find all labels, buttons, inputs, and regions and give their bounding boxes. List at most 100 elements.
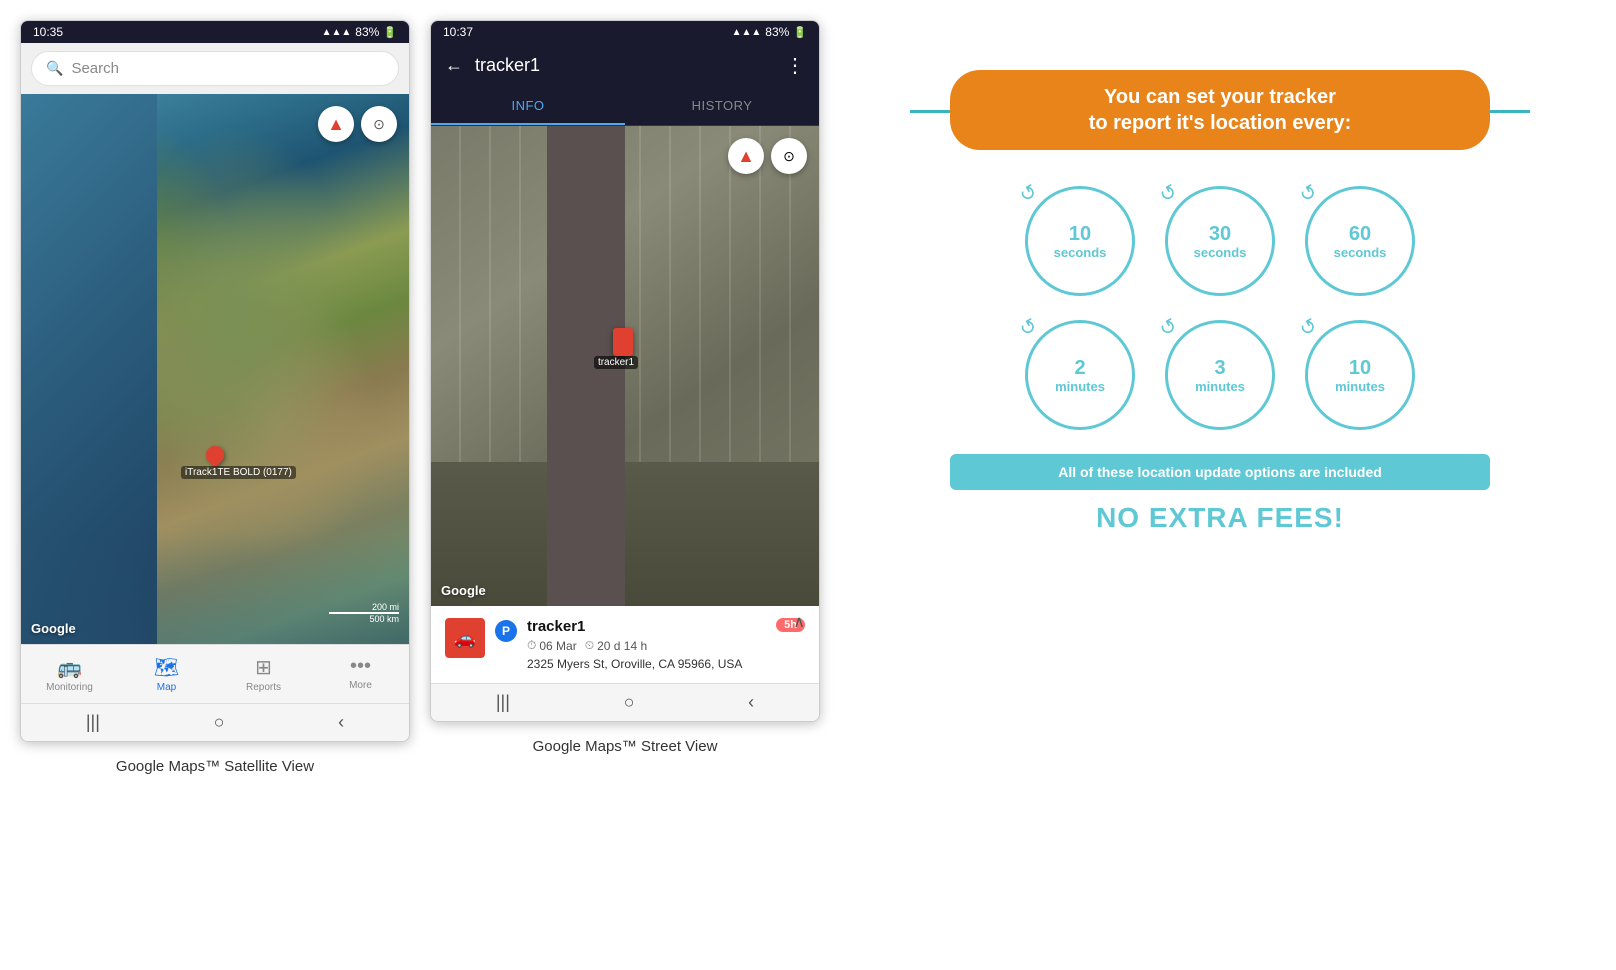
android-menu-icon-2[interactable]: ||| bbox=[496, 692, 510, 713]
arrow-curl-6: ↺ bbox=[1295, 312, 1322, 342]
circle-10min: ↺ 10 minutes bbox=[1305, 320, 1415, 430]
tracker-meta-row: ⏱ 06 Mar ⏲ 20 d 14 h bbox=[527, 638, 766, 653]
road-overlay bbox=[431, 462, 819, 606]
status-bar-2: 10:37 ▲▲▲ 83% 🔋 bbox=[431, 21, 819, 43]
back-button[interactable]: ← bbox=[445, 55, 463, 76]
map-label-nav: Map bbox=[157, 682, 176, 693]
circle-30sec: ↺ 30 seconds bbox=[1165, 186, 1275, 296]
status-bar-1: 10:35 ▲▲▲ 83% 🔋 bbox=[21, 21, 409, 43]
more-menu-button[interactable]: ⋮ bbox=[785, 53, 805, 78]
android-nav-1: ||| ○ ‹ bbox=[21, 703, 409, 741]
tracker-label-map: tracker1 bbox=[594, 356, 638, 369]
circle-2min-unit: minutes bbox=[1055, 379, 1105, 394]
nav-map[interactable]: 🗺 Map bbox=[118, 651, 215, 697]
nav-more[interactable]: ••• More bbox=[312, 651, 409, 697]
status-time-1: 10:35 bbox=[33, 25, 63, 39]
meta-duration: ⏲ 20 d 14 h bbox=[585, 638, 647, 653]
map2-container[interactable]: tracker1 ▲ ⊙ Google bbox=[431, 126, 819, 606]
nav-monitoring[interactable]: 🚌 Monitoring bbox=[21, 651, 118, 697]
tracker-address: 2325 Myers St, Oroville, CA 95966, USA bbox=[527, 657, 766, 671]
compass-button-1[interactable]: ▲ bbox=[318, 106, 354, 142]
reports-label: Reports bbox=[246, 682, 281, 693]
signal-icon-1: ▲▲▲ bbox=[322, 27, 352, 38]
page-container: 10:35 ▲▲▲ 83% 🔋 🔍 Search bbox=[20, 20, 1596, 775]
circle-10sec-number: 10 bbox=[1069, 223, 1091, 245]
android-home-icon-2[interactable]: ○ bbox=[624, 692, 635, 713]
tracker-vehicle-icon: 🚗 bbox=[445, 618, 485, 658]
circle-10min-number: 10 bbox=[1349, 357, 1371, 379]
monitoring-label: Monitoring bbox=[46, 682, 93, 693]
search-icon: 🔍 bbox=[46, 60, 63, 77]
signal-icon-2: ▲▲▲ bbox=[732, 27, 762, 38]
scale-bar-1: 200 mi 500 km bbox=[329, 602, 399, 624]
circles-row-2: ↺ 2 minutes ↺ 3 minutes ↺ 10 minutes bbox=[950, 320, 1490, 430]
tracker-pin-1[interactable] bbox=[206, 446, 224, 464]
google-logo-1: Google bbox=[31, 621, 76, 636]
arrow-curl-3: ↺ bbox=[1295, 178, 1322, 208]
android-back-icon[interactable]: ‹ bbox=[338, 712, 344, 733]
scale-text-200mi: 200 mi bbox=[372, 602, 399, 612]
status-right-1: ▲▲▲ 83% 🔋 bbox=[322, 25, 397, 39]
battery-icon-2: 🔋 bbox=[793, 26, 807, 39]
location-button-1[interactable]: ⊙ bbox=[361, 106, 397, 142]
status-right-2: ▲▲▲ 83% 🔋 bbox=[732, 25, 807, 39]
bottom-nav-1: 🚌 Monitoring 🗺 Map ⊞ Reports ••• More bbox=[21, 644, 409, 703]
headline-banner: You can set your trackerto report it's l… bbox=[950, 70, 1490, 150]
nav-reports[interactable]: ⊞ Reports bbox=[215, 651, 312, 697]
android-home-icon[interactable]: ○ bbox=[214, 712, 225, 733]
battery-2: 83% bbox=[765, 25, 789, 39]
circles-row-1: ↺ 10 seconds ↺ 30 seconds ↺ 60 seconds bbox=[950, 186, 1490, 296]
android-nav-2: ||| ○ ‹ bbox=[431, 683, 819, 721]
phone2-screen: 10:37 ▲▲▲ 83% 🔋 ← tracker1 ⋮ INF bbox=[430, 20, 820, 722]
location-button-2[interactable]: ⊙ bbox=[771, 138, 807, 174]
included-banner: All of these location update options are… bbox=[950, 454, 1490, 490]
more-label: More bbox=[349, 680, 372, 691]
android-back-icon-2[interactable]: ‹ bbox=[748, 692, 754, 713]
meta-duration-value: 20 d 14 h bbox=[597, 639, 647, 653]
arrow-curl-1: ↺ bbox=[1015, 178, 1042, 208]
status-time-2: 10:37 bbox=[443, 25, 473, 39]
phone1-wrapper: 10:35 ▲▲▲ 83% 🔋 🔍 Search bbox=[20, 20, 410, 775]
tab-history[interactable]: HISTORY bbox=[625, 88, 819, 125]
circle-60sec-number: 60 bbox=[1349, 223, 1371, 245]
no-extra-fees: NO EXTRA FEES! bbox=[950, 502, 1490, 534]
tracker-dot-1 bbox=[202, 442, 227, 467]
more-icon: ••• bbox=[350, 655, 371, 678]
tab-history-label: HISTORY bbox=[692, 98, 753, 113]
map1-container[interactable]: ▲ ⊙ iTrack1TE BOLD (0177) Google 200 mi … bbox=[21, 94, 409, 644]
clock-icon: ⏱ bbox=[527, 638, 536, 653]
tracker-p-badge: P bbox=[495, 620, 517, 642]
map1-satellite bbox=[21, 94, 409, 644]
circle-3min: ↺ 3 minutes bbox=[1165, 320, 1275, 430]
arrow-curl-4: ↺ bbox=[1015, 312, 1042, 342]
circle-60sec: ↺ 60 seconds bbox=[1305, 186, 1415, 296]
phone1-screen: 10:35 ▲▲▲ 83% 🔋 🔍 Search bbox=[20, 20, 410, 742]
android-menu-icon[interactable]: ||| bbox=[86, 712, 100, 733]
compass-button-2[interactable]: ▲ bbox=[728, 138, 764, 174]
circle-60sec-unit: seconds bbox=[1334, 245, 1387, 260]
caption-2: Google Maps™ Street View bbox=[533, 738, 718, 755]
caption-1: Google Maps™ Satellite View bbox=[116, 758, 314, 775]
battery-1: 83% bbox=[355, 25, 379, 39]
tracker-info-row: 🚗 P tracker1 ⏱ 06 Mar ⏲ bbox=[445, 618, 805, 671]
tracker-title: tracker1 bbox=[475, 55, 773, 76]
tracker-tabs: INFO HISTORY bbox=[431, 88, 819, 126]
map-icon: 🗺 bbox=[154, 655, 179, 680]
headline-section: You can set your trackerto report it's l… bbox=[950, 70, 1490, 150]
arrow-curl-5: ↺ bbox=[1155, 312, 1182, 342]
chevron-up-icon[interactable]: ∧ bbox=[793, 612, 805, 632]
circle-10sec: ↺ 10 seconds bbox=[1025, 186, 1135, 296]
tab-info[interactable]: INFO bbox=[431, 88, 625, 125]
tracker-name: tracker1 bbox=[527, 618, 766, 635]
search-bar[interactable]: 🔍 Search bbox=[31, 51, 399, 86]
headline-text: You can set your trackerto report it's l… bbox=[1089, 86, 1352, 134]
tracker-header: ← tracker1 ⋮ bbox=[431, 43, 819, 88]
phones-section: 10:35 ▲▲▲ 83% 🔋 🔍 Search bbox=[20, 20, 820, 775]
compass-icon-1: ▲ bbox=[327, 114, 345, 135]
google-logo-2: Google bbox=[441, 583, 486, 598]
map1-ocean-bottom bbox=[21, 534, 409, 644]
right-panel: You can set your trackerto report it's l… bbox=[844, 20, 1596, 584]
circle-10min-unit: minutes bbox=[1335, 379, 1385, 394]
tracker-info-panel: ∧ 🚗 P tracker1 ⏱ 06 Mar bbox=[431, 606, 819, 683]
timer-icon: ⏲ bbox=[585, 638, 594, 653]
